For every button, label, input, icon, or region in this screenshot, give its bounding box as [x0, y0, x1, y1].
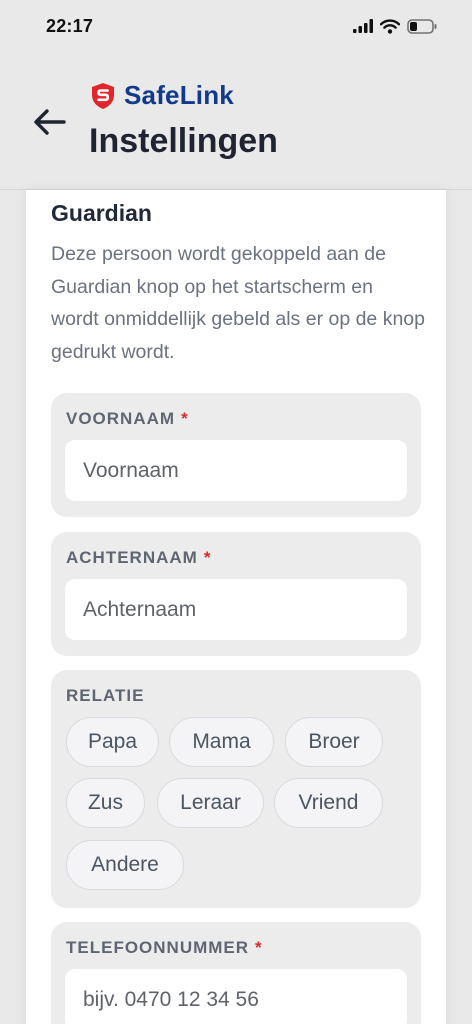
required-marker: *: [255, 938, 263, 957]
wifi-icon: [380, 18, 400, 34]
battery-icon: [407, 18, 437, 34]
brand-name: SafeLink: [124, 80, 234, 110]
shield-s-icon: [92, 82, 114, 109]
last-name-field: ACHTERNAAM *: [51, 532, 421, 656]
last-name-input[interactable]: [65, 579, 407, 640]
section-description: Deze persoon wordt gekoppeld aan de Guar…: [51, 243, 425, 363]
relation-label: RELATIE: [66, 686, 145, 705]
back-button[interactable]: [30, 102, 70, 142]
relation-chip-papa[interactable]: Papa: [66, 717, 159, 767]
first-name-input[interactable]: [65, 440, 407, 501]
relation-chip-andere[interactable]: Andere: [66, 840, 184, 890]
relation-chip-broer[interactable]: Broer: [285, 717, 383, 767]
brand: SafeLink: [90, 80, 234, 111]
app-header: SafeLink Instellingen: [0, 52, 472, 190]
relation-chip-vriend[interactable]: Vriend: [274, 778, 383, 828]
first-name-field: VOORNAAM *: [51, 393, 421, 517]
required-marker: *: [203, 548, 212, 567]
last-name-label: ACHTERNAAM *: [66, 548, 212, 567]
relation-field: RELATIE Papa Mama Broer Zus Leraar Vrien…: [51, 670, 421, 908]
phone-field: TELEFOONNUMMER *: [51, 922, 421, 1024]
guardian-card: Guardian Deze persoon wordt gekoppeld aa…: [26, 190, 446, 1024]
relation-chip-mama[interactable]: Mama: [169, 717, 274, 767]
status-time: 22:17: [46, 15, 94, 36]
first-name-label: VOORNAAM *: [66, 409, 189, 428]
relation-chip-leraar[interactable]: Leraar: [157, 778, 264, 828]
section-title: Guardian: [51, 200, 152, 226]
relation-chip-zus[interactable]: Zus: [66, 778, 145, 828]
cellular-signal-icon: [353, 19, 373, 33]
required-marker: *: [181, 409, 189, 428]
status-icons: [353, 18, 438, 34]
status-bar: 22:17: [0, 0, 472, 52]
phone-input[interactable]: [65, 969, 407, 1024]
arrow-left-icon: [34, 109, 66, 135]
page-title: Instellingen: [89, 122, 278, 160]
phone-label: TELEFOONNUMMER *: [66, 938, 263, 957]
